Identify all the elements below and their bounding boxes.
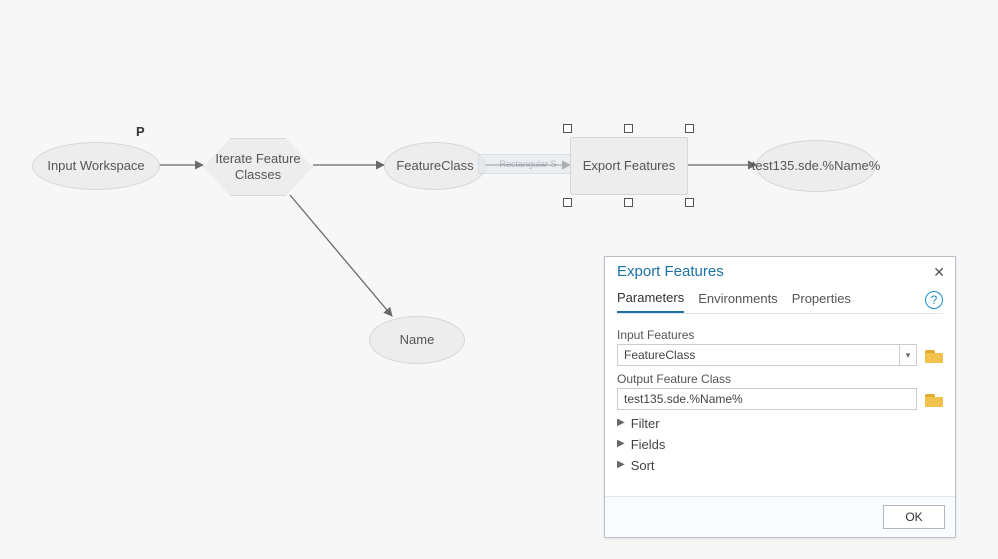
help-icon[interactable]: ?: [925, 291, 943, 309]
tab-properties[interactable]: Properties: [792, 287, 851, 312]
expander-sort[interactable]: ▶ Sort: [617, 458, 943, 473]
browse-folder-icon[interactable]: [925, 392, 943, 407]
selection-handle-ne[interactable]: [685, 124, 694, 133]
node-input-workspace[interactable]: Input Workspace: [32, 142, 160, 190]
chevron-right-icon: ▶: [617, 438, 625, 449]
node-iterate-feature-classes[interactable]: Iterate Feature Classes: [203, 138, 313, 196]
dialog-title: Export Features: [617, 263, 724, 280]
output-fc-label: Output Feature Class: [617, 372, 943, 386]
input-features-row: ▾: [617, 344, 943, 366]
selection-handle-nw[interactable]: [563, 124, 572, 133]
tab-parameters[interactable]: Parameters: [617, 286, 684, 313]
browse-folder-icon[interactable]: [925, 348, 943, 363]
dialog-header: Export Features ✕: [605, 257, 955, 284]
node-output-feature-class[interactable]: test135.sde.%Name%: [756, 140, 876, 192]
node-feature-class[interactable]: FeatureClass: [384, 142, 486, 190]
selection-handle-s[interactable]: [624, 198, 633, 207]
ok-button[interactable]: OK: [883, 505, 945, 529]
selection-handle-n[interactable]: [624, 124, 633, 133]
input-features-dropdown-icon[interactable]: ▾: [899, 344, 917, 366]
dialog-footer: OK: [605, 496, 955, 537]
output-fc-field[interactable]: [617, 388, 917, 410]
parameter-badge: P: [136, 124, 145, 139]
expander-sort-label: Sort: [631, 458, 655, 473]
dialog-tabs: Parameters Environments Properties ?: [605, 284, 955, 313]
expander-fields[interactable]: ▶ Fields: [617, 437, 943, 452]
dialog-body: Input Features ▾ Output Feature Class ▶ …: [605, 314, 955, 496]
export-features-dialog[interactable]: Export Features ✕ Parameters Environment…: [604, 256, 956, 538]
chevron-right-icon: ▶: [617, 417, 625, 428]
expander-fields-label: Fields: [631, 437, 666, 452]
node-name[interactable]: Name: [369, 316, 465, 364]
input-features-label: Input Features: [617, 328, 943, 342]
ghost-shape: Rectangular S: [478, 154, 578, 174]
node-export-features[interactable]: Export Features: [570, 137, 688, 195]
selection-handle-sw[interactable]: [563, 198, 572, 207]
selection-handle-se[interactable]: [685, 198, 694, 207]
close-icon[interactable]: ✕: [933, 265, 945, 279]
input-features-field[interactable]: [617, 344, 899, 366]
tab-environments[interactable]: Environments: [698, 287, 777, 312]
output-fc-row: [617, 388, 943, 410]
expander-filter[interactable]: ▶ Filter: [617, 416, 943, 431]
expander-filter-label: Filter: [631, 416, 660, 431]
chevron-right-icon: ▶: [617, 459, 625, 470]
